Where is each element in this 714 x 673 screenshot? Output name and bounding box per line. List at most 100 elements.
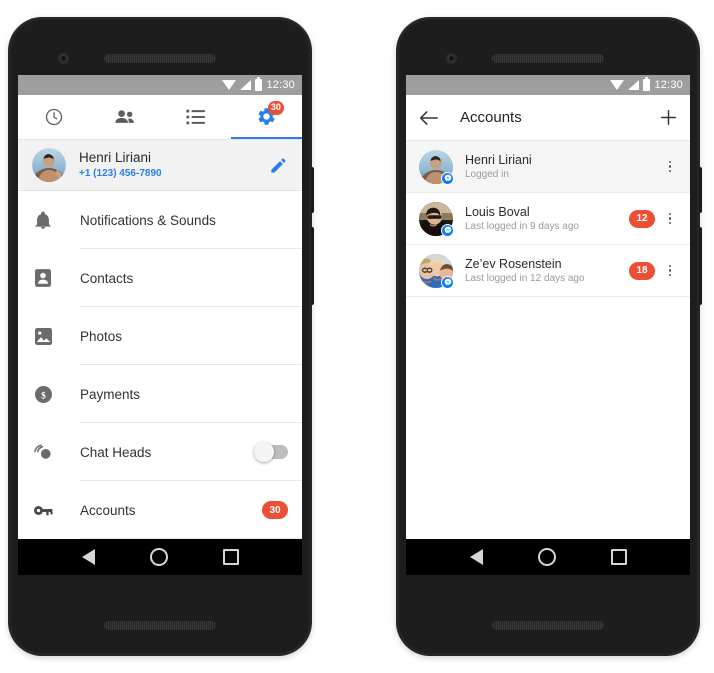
plus-icon[interactable]	[660, 109, 677, 126]
signal-icon	[628, 80, 640, 90]
home-circle-icon[interactable]	[149, 548, 168, 567]
list-item[interactable]: Henri Liriani Logged in	[406, 141, 690, 193]
tab-bar: 30	[18, 94, 302, 139]
list-item[interactable]: Louis Boval Last logged in 9 days ago 12	[406, 193, 690, 245]
account-status: Last logged in 9 days ago	[465, 220, 579, 232]
setting-label: Notifications & Sounds	[80, 212, 216, 228]
messenger-badge-icon	[441, 171, 454, 185]
screen-left: 12:30 30 Henri Liriani +1 (123) 456-7890…	[18, 75, 302, 575]
account-status: Logged in	[465, 168, 509, 180]
android-nav-bar-right	[406, 539, 690, 575]
account-name: Louis Boval	[465, 204, 530, 219]
app-bar: Accounts	[406, 95, 690, 141]
kebab-menu-icon[interactable]	[663, 264, 677, 277]
toggle-knob	[254, 442, 274, 463]
power-button[interactable]	[311, 167, 314, 213]
avatar	[419, 149, 454, 185]
photo-icon	[32, 327, 54, 345]
home-circle-icon[interactable]	[537, 548, 556, 566]
arrow-left-icon[interactable]	[419, 110, 438, 126]
kebab-menu-icon[interactable]	[663, 160, 677, 173]
setting-label: Photos	[80, 328, 123, 344]
earpiece-speaker	[492, 54, 604, 63]
profile-phone-number: +1 (123) 456-7890	[79, 167, 162, 179]
profile-name: Henri Liriani	[79, 149, 152, 165]
signal-icon	[240, 79, 252, 90]
volume-button[interactable]	[699, 227, 702, 305]
dollar-icon: $	[32, 385, 54, 403]
account-row-actions	[663, 160, 677, 173]
account-status: Last logged in 12 days ago	[465, 272, 585, 284]
account-text-block: Louis Boval Last logged in 9 days ago	[465, 204, 629, 234]
status-bar-left: 12:30	[18, 75, 302, 95]
front-camera-icon	[446, 53, 457, 64]
list-empty-space	[406, 297, 690, 539]
avatar	[419, 253, 454, 289]
bottom-speaker-grill	[492, 621, 604, 630]
back-triangle-icon[interactable]	[81, 549, 95, 566]
list-icon	[185, 108, 206, 126]
accounts-list: Henri Liriani Logged in Louis Boval Last…	[406, 141, 690, 297]
settings-list: Notifications & Sounds Contacts Photos $…	[18, 191, 302, 540]
svg-text:$: $	[41, 390, 46, 401]
bottom-speaker-grill	[104, 621, 216, 630]
tab-settings[interactable]: 30	[231, 95, 302, 139]
profile-text-block: Henri Liriani +1 (123) 456-7890	[79, 150, 269, 180]
setting-row-payments[interactable]: $ Payments	[18, 365, 302, 424]
screenshot-stage: 12:30 30 Henri Liriani +1 (123) 456-7890…	[0, 0, 714, 673]
tab-recent[interactable]	[18, 95, 89, 139]
recents-square-icon[interactable]	[222, 549, 239, 566]
messenger-badge-icon	[441, 275, 454, 289]
status-bar-right: 12:30	[406, 75, 690, 95]
kebab-menu-icon[interactable]	[663, 212, 677, 225]
battery-icon	[255, 76, 263, 91]
unread-badge: 18	[629, 261, 655, 280]
recents-square-icon[interactable]	[610, 549, 627, 565]
screen-right: 12:30 Accounts Henri Liriani Logged in L…	[406, 75, 690, 575]
setting-row-contacts[interactable]: Contacts	[18, 249, 302, 308]
profile-header-row[interactable]: Henri Liriani +1 (123) 456-7890	[18, 139, 302, 192]
active-tab-indicator	[231, 136, 302, 139]
status-bar-clock: 12:30	[654, 79, 683, 91]
chathead-icon	[32, 444, 54, 461]
android-nav-bar-left	[18, 539, 302, 575]
status-bar-clock: 12:30	[266, 78, 295, 91]
setting-label: Chat Heads	[80, 444, 152, 460]
chat-heads-toggle[interactable]	[254, 442, 288, 463]
setting-label: Accounts	[80, 502, 136, 518]
account-name: Ze’ev Rosenstein	[465, 256, 562, 271]
accounts-badge: 30	[262, 501, 288, 520]
phone-device-right: 12:30 Accounts Henri Liriani Logged in L…	[396, 17, 702, 656]
setting-row-accounts[interactable]: Accounts 30	[18, 481, 302, 540]
setting-row-photos[interactable]: Photos	[18, 307, 302, 366]
messenger-badge-icon	[441, 223, 454, 237]
contact-icon	[32, 269, 54, 288]
back-triangle-icon[interactable]	[469, 549, 483, 565]
phone-device-left: 12:30 30 Henri Liriani +1 (123) 456-7890…	[8, 17, 314, 656]
people-icon	[114, 107, 136, 127]
account-text-block: Henri Liriani Logged in	[465, 152, 663, 182]
setting-label: Contacts	[80, 270, 134, 286]
volume-button[interactable]	[311, 227, 314, 305]
power-button[interactable]	[699, 167, 702, 213]
wifi-icon	[222, 79, 237, 90]
page-title: Accounts	[460, 109, 522, 126]
avatar	[32, 148, 66, 183]
pencil-icon[interactable]	[269, 156, 288, 175]
battery-icon	[643, 77, 651, 91]
account-row-actions: 12	[629, 209, 677, 228]
tab-groups[interactable]	[160, 95, 231, 139]
list-item[interactable]: Ze’ev Rosenstein Last logged in 12 days …	[406, 245, 690, 297]
settings-tab-badge: 30	[267, 100, 284, 115]
avatar	[419, 201, 454, 237]
setting-label: Payments	[80, 386, 141, 402]
earpiece-speaker	[104, 54, 216, 63]
clock-icon	[44, 107, 64, 127]
front-camera-icon	[58, 53, 69, 64]
account-text-block: Ze’ev Rosenstein Last logged in 12 days …	[465, 256, 629, 286]
key-icon	[32, 504, 54, 517]
tab-people[interactable]	[89, 95, 160, 139]
setting-row-chat-heads[interactable]: Chat Heads	[18, 423, 302, 482]
setting-row-notifications[interactable]: Notifications & Sounds	[18, 191, 302, 250]
wifi-icon	[610, 80, 625, 90]
